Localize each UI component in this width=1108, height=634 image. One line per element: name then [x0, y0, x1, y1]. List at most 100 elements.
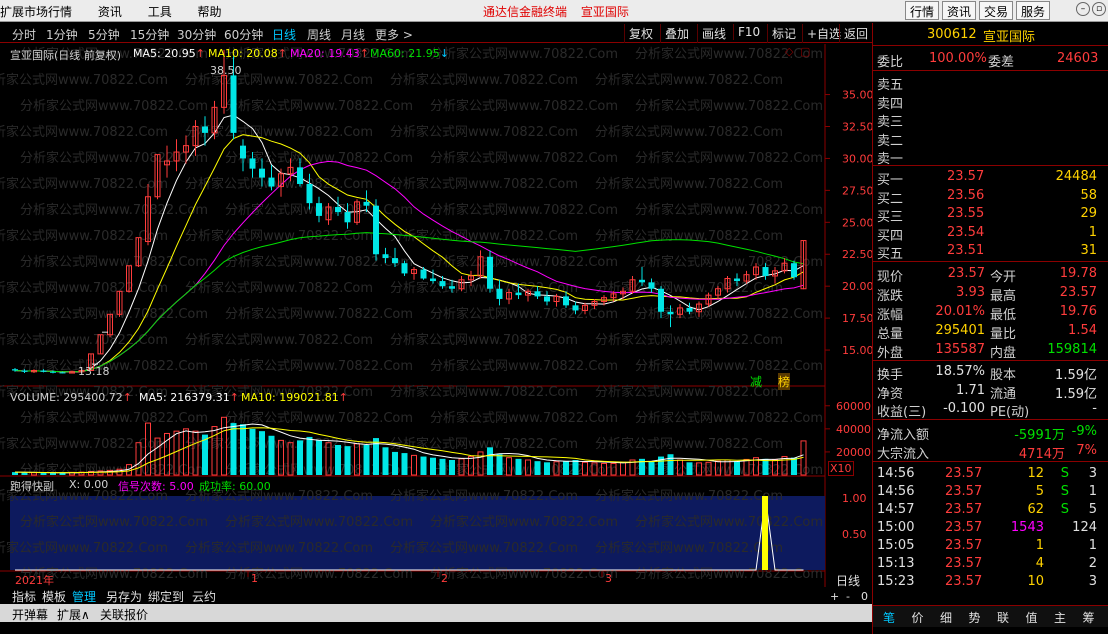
buy-level-volume: 29	[1080, 206, 1097, 221]
rank-tag[interactable]: 榜	[778, 373, 791, 390]
watermark-text: 分析家公式网www.70822.Com	[225, 358, 413, 374]
quote-tab[interactable]: 值	[1026, 609, 1038, 626]
menu-market[interactable]: 扩展市场行情	[0, 5, 72, 19]
volume-bar	[230, 423, 237, 475]
period-monthly[interactable]: 月线	[341, 26, 365, 43]
quote-tab[interactable]: 联	[997, 609, 1009, 626]
fundamental-value: -0.100	[943, 401, 985, 416]
watermark-text: 分析家公式网www.70822.Com	[635, 202, 823, 218]
watermark-text: 分析家公式网www.70822.Com	[595, 72, 783, 88]
volume-bar	[648, 461, 655, 475]
stat-value: 20.01%	[935, 304, 985, 319]
period-60min[interactable]: 60分钟	[224, 26, 263, 43]
adjust-button[interactable]: 复权	[624, 24, 657, 43]
watermark-text: 分析家公式网www.70822.Com	[225, 514, 413, 530]
watermark-text: 分析家公式网www.70822.Com	[185, 332, 373, 348]
stat-label: 涨幅	[877, 308, 904, 323]
tick-price: 23.57	[945, 484, 983, 499]
watermark-text: 分析家公式网www.70822.Com	[390, 124, 578, 140]
diamond-icon[interactable]: ◇	[785, 45, 793, 58]
flow-value: -5991万	[1014, 428, 1065, 443]
tick-volume: 62	[1027, 502, 1044, 517]
candle-body	[373, 205, 379, 255]
volume-bar	[268, 435, 275, 475]
watermark-text: 分析家公式网www.70822.Com	[20, 254, 208, 270]
price-axis-label: 20.00	[842, 280, 872, 293]
quote-panel: 300612 宣亚国际 委比 100.00% 委差 24603 卖五 卖四 卖三 卖二…	[872, 23, 1108, 634]
flow-label: 大宗流入	[877, 446, 930, 462]
expand-button[interactable]: 扩展∧	[57, 606, 90, 623]
quote-tab[interactable]: 价	[912, 609, 924, 626]
low-price-label: 13.18	[78, 365, 110, 378]
quote-tab[interactable]: 细	[940, 609, 952, 626]
overlay-button[interactable]: 叠加	[660, 24, 693, 43]
stat-value: 3.93	[956, 285, 985, 300]
candle-body	[259, 168, 265, 178]
tab-manage[interactable]: 管理	[72, 588, 96, 605]
sell-level-label: 卖四	[877, 96, 904, 112]
quote-button[interactable]: 行情	[905, 1, 940, 20]
trade-button[interactable]: 交易	[979, 1, 1014, 20]
restore-icon[interactable]: ▫	[1092, 2, 1106, 16]
fundamental-row: 收益(三) -0.100 PE(动) -	[873, 400, 1108, 420]
period-daily[interactable]: 日线	[272, 26, 296, 43]
volume-bar	[430, 457, 436, 475]
price-axis-label: 32.50	[842, 120, 872, 133]
candle-body	[439, 281, 446, 287]
period-30min[interactable]: 30分钟	[177, 26, 216, 43]
tick-row: 15:05 23.57 1 1	[873, 537, 1108, 555]
draw-button[interactable]: 画线	[697, 24, 730, 43]
buy-level-price: 23.57	[947, 169, 985, 184]
mark-button[interactable]: 标记	[767, 24, 800, 43]
linked-quote-button[interactable]: 关联报价	[100, 606, 148, 623]
tick-count: 3	[1088, 466, 1097, 481]
watermark-text: 分析家公式网www.70822.Com	[430, 98, 618, 114]
volume-bar	[439, 458, 446, 475]
minimize-icon[interactable]: –	[1076, 2, 1090, 16]
arrow-up-icon: ↑	[338, 391, 348, 404]
period-toolbar: 分时 1分钟 5分钟 15分钟 30分钟 60分钟 日线 周线 月线 更多 > …	[0, 23, 872, 43]
tab-save-as[interactable]: 另存为	[106, 588, 142, 605]
watermark-text: 分析家公式网www.70822.Com	[0, 72, 168, 88]
back-button[interactable]: 返回	[839, 24, 872, 43]
tab-cloud[interactable]: 云约	[192, 588, 216, 605]
tab-indicator[interactable]: 指标	[12, 588, 36, 605]
buy-level-price: 23.54	[947, 224, 985, 240]
period-1min[interactable]: 1分钟	[46, 26, 78, 43]
period-15min[interactable]: 15分钟	[130, 26, 169, 43]
flow-percent: 7%	[1076, 442, 1097, 458]
menu-help[interactable]: 帮助	[198, 5, 222, 19]
menu-news[interactable]: 资讯	[98, 5, 122, 19]
indicator-name[interactable]: 跑得快副	[10, 478, 54, 494]
quote-tab[interactable]: 势	[969, 609, 981, 626]
period-weekly[interactable]: 周线	[307, 26, 331, 43]
buy-level-label: 买五	[877, 247, 904, 262]
tab-template[interactable]: 模板	[42, 588, 66, 605]
period-more[interactable]: 更多 >	[375, 26, 413, 43]
candle-body	[59, 372, 66, 374]
period-timeshare[interactable]: 分时	[12, 26, 36, 43]
news-button[interactable]: 资讯	[942, 1, 977, 20]
quote-tab[interactable]: 筹	[1083, 609, 1095, 626]
stat-label: 现价	[877, 270, 904, 285]
volume-legend: VOLUME: 295400.72↑	[10, 391, 132, 404]
quote-tab[interactable]: 笔	[883, 609, 895, 626]
volume-bar	[449, 460, 455, 475]
tick-volume: 1543	[1010, 520, 1044, 535]
kline-chart[interactable]: 分析家公式网www.70822.Com 分析家公式网www.70822.Com 分析…	[0, 44, 872, 587]
menu-tools[interactable]: 工具	[148, 5, 172, 19]
period-5min[interactable]: 5分钟	[88, 26, 120, 43]
chart-title: 宣亚国际(日线 前复权)	[10, 49, 122, 62]
danmaku-button[interactable]: 开弹幕	[12, 606, 48, 623]
f10-button[interactable]: F10	[733, 24, 764, 40]
reduce-tag[interactable]: 减	[750, 373, 762, 390]
service-button[interactable]: 服务	[1016, 1, 1051, 20]
fundamental-row: 净资 1.71 流通 1.59亿	[873, 382, 1108, 402]
chart-menu-icon[interactable]: ▢	[800, 45, 810, 58]
high-price-label: 38.50	[210, 64, 242, 77]
indicator-success: 成功率: 60.00	[199, 480, 271, 493]
quote-tab[interactable]: 主	[1054, 609, 1066, 626]
tick-row: 15:23 23.57 10 3	[873, 573, 1108, 591]
tab-bind[interactable]: 绑定到	[148, 588, 184, 605]
buy-level-volume: 1	[1088, 224, 1097, 240]
